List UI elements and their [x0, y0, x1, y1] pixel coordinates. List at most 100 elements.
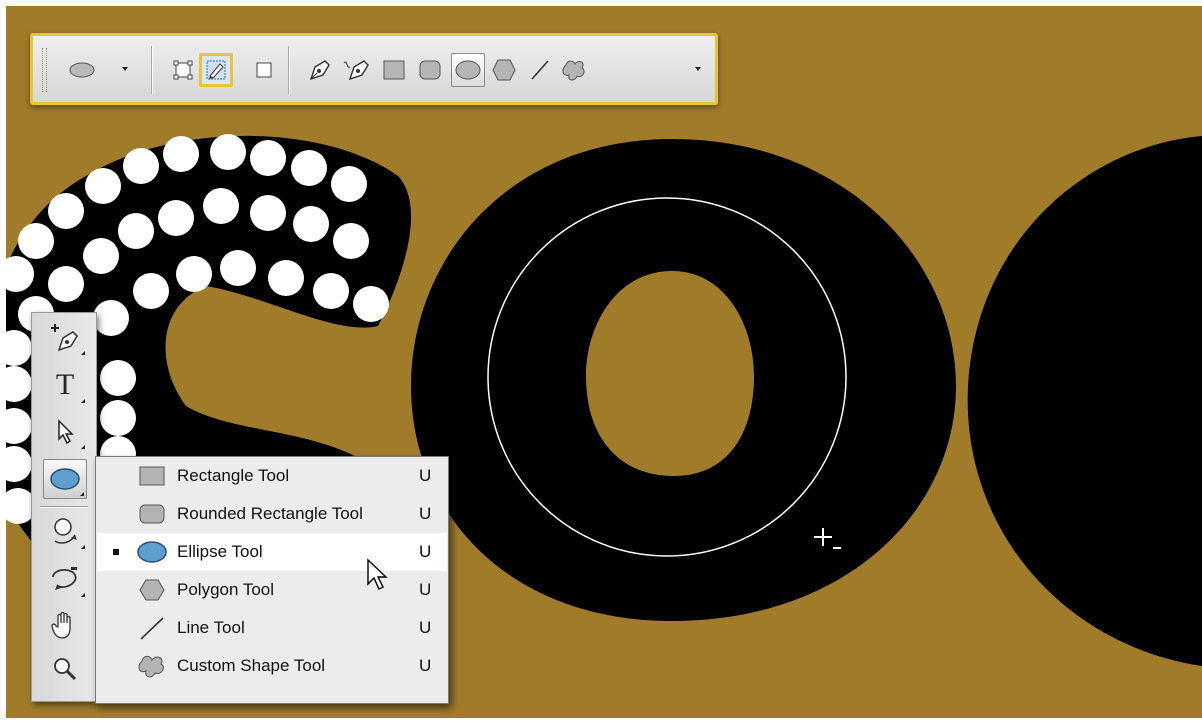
polka-dot — [331, 166, 367, 202]
rounded-rectangle-button[interactable] — [413, 53, 447, 87]
selected-bullet-icon — [113, 549, 119, 555]
polka-dot — [268, 260, 304, 296]
polka-dot — [48, 193, 84, 229]
ellipse-button[interactable] — [451, 53, 485, 87]
zoom-tool-icon — [54, 658, 77, 681]
polka-dot — [291, 150, 327, 186]
paths-button[interactable] — [199, 53, 233, 87]
polka-dot — [210, 134, 246, 170]
menu-item-polygon-tool[interactable]: Polygon Tool U — [97, 571, 447, 609]
paths-icon — [206, 60, 226, 80]
polka-dot — [176, 256, 212, 292]
polka-dot — [250, 140, 286, 176]
tool-preset-picker[interactable] — [65, 53, 99, 87]
polka-dot — [93, 300, 129, 336]
fill-pixels-button[interactable] — [247, 53, 281, 87]
polka-dot — [313, 273, 349, 309]
polygon-button[interactable] — [487, 53, 521, 87]
polka-dot — [118, 213, 154, 249]
custom-shape-button[interactable] — [557, 53, 591, 87]
submenu-indicator — [80, 492, 84, 496]
line-button[interactable] — [523, 53, 557, 87]
polka-dot — [163, 136, 199, 172]
pen-tool-button[interactable] — [43, 317, 87, 357]
polka-dot — [85, 168, 121, 204]
3d-orbit-icon — [52, 567, 77, 590]
rectangle-button[interactable] — [377, 53, 411, 87]
menu-item-custom-shape-tool[interactable]: Custom Shape Tool U — [97, 647, 447, 685]
type-tool-icon: T — [55, 368, 75, 401]
ellipse-tool-button[interactable] — [43, 459, 87, 499]
letter-o-shape — [411, 139, 956, 621]
pen-icon — [309, 60, 330, 81]
polka-dot — [83, 238, 119, 274]
zoom-tool-button[interactable] — [43, 649, 87, 689]
polka-dot — [133, 273, 169, 309]
chevron-down-icon[interactable] — [122, 67, 128, 71]
arrow-cursor-icon — [367, 558, 388, 590]
type-tool-button[interactable]: T — [43, 365, 87, 405]
rectangle-icon — [383, 60, 405, 80]
polygon-icon — [135, 577, 169, 603]
rounded-rectangle-icon — [135, 501, 169, 527]
polka-dot — [48, 266, 84, 302]
menu-item-shortcut: U — [419, 656, 432, 675]
options-bar-grip[interactable] — [42, 48, 47, 92]
ellipse-tool-icon — [50, 468, 80, 490]
crosshair-minus-cursor-icon — [814, 528, 841, 549]
polka-dot — [203, 188, 239, 224]
path-selection-icon — [58, 419, 74, 445]
menu-item-label: Rounded Rectangle Tool — [177, 504, 363, 523]
chevron-down-icon[interactable] — [695, 67, 701, 71]
tools-panel: T — [31, 312, 97, 702]
submenu-indicator — [81, 399, 85, 403]
shape-layers-button[interactable] — [166, 53, 200, 87]
polka-dot — [250, 195, 286, 231]
submenu-indicator — [81, 351, 85, 355]
menu-item-rectangle-tool[interactable]: Rectangle Tool U — [97, 457, 447, 495]
polygon-icon — [492, 59, 516, 81]
polka-dot — [353, 286, 389, 322]
shape-options-bar — [30, 33, 718, 105]
rounded-rectangle-icon — [419, 60, 441, 80]
ellipse-icon — [455, 60, 481, 80]
polka-dot — [158, 200, 194, 236]
hand-tool-button[interactable] — [43, 605, 87, 645]
menu-item-shortcut: U — [419, 618, 432, 637]
menu-item-label: Rectangle Tool — [177, 466, 290, 485]
polka-dot — [123, 148, 159, 184]
menu-item-shortcut: U — [419, 542, 432, 561]
polka-dot — [333, 223, 369, 259]
freeform-pen-icon — [343, 60, 369, 81]
pen-tool-icon — [51, 324, 78, 352]
fill-pixels-icon — [256, 62, 272, 78]
divider — [288, 46, 289, 94]
menu-item-label: Ellipse Tool — [177, 542, 263, 561]
menu-item-shortcut: U — [419, 580, 432, 599]
submenu-indicator — [81, 593, 85, 597]
menu-item-shortcut: U — [419, 466, 432, 485]
3d-rotate-icon — [54, 518, 77, 544]
menu-item-label: Custom Shape Tool — [177, 656, 326, 675]
polka-dot — [100, 400, 136, 436]
freeform-pen-button[interactable] — [339, 53, 373, 87]
polka-dot — [220, 250, 256, 286]
rectangle-icon — [135, 463, 169, 489]
path-selection-tool-button[interactable] — [43, 411, 87, 451]
hand-tool-icon — [51, 611, 71, 639]
custom-shape-icon — [135, 653, 169, 679]
submenu-indicator — [81, 445, 85, 449]
shape-layers-icon — [173, 60, 193, 80]
polka-dot — [293, 206, 329, 242]
line-icon — [531, 60, 549, 80]
polka-dot — [100, 360, 136, 396]
menu-item-line-tool[interactable]: Line Tool U — [97, 609, 447, 647]
shape-tools-flyout-menu: Rectangle Tool U Rounded Rectangle Tool … — [95, 456, 449, 704]
menu-item-label: Line Tool — [177, 618, 245, 637]
menu-item-rounded-rectangle-tool[interactable]: Rounded Rectangle Tool U — [97, 495, 447, 533]
menu-item-ellipse-tool[interactable]: Ellipse Tool U — [97, 533, 447, 571]
pen-button[interactable] — [303, 53, 337, 87]
3d-rotate-tool-button[interactable] — [43, 511, 87, 551]
menu-item-label: Polygon Tool — [177, 580, 275, 599]
3d-orbit-tool-button[interactable] — [43, 559, 87, 599]
